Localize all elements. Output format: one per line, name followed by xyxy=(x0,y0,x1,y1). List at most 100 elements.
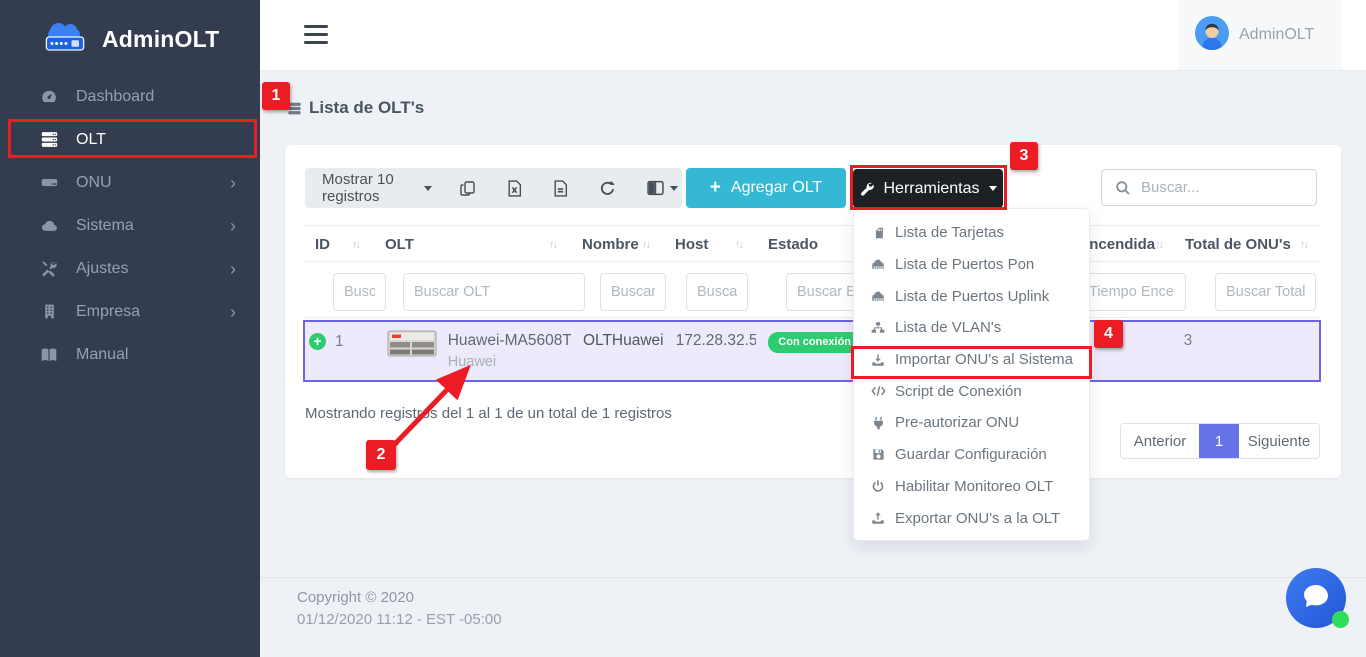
brand-name: AdminOLT xyxy=(102,26,219,53)
sidebar-item-olt[interactable]: OLT xyxy=(0,118,260,161)
chevron-right-icon: › xyxy=(230,303,236,321)
table-row[interactable]: + 1 Huawei-MA5608T xyxy=(303,320,1321,382)
pdf-export-button[interactable] xyxy=(549,176,572,201)
sort-icon[interactable]: ↑↓ xyxy=(1155,239,1162,251)
refresh-button[interactable] xyxy=(595,176,620,201)
add-olt-button[interactable]: + Agregar OLT xyxy=(686,168,846,208)
olt-table-card: Mostrar 10 registros xyxy=(285,145,1341,478)
sd-card-icon xyxy=(870,226,886,240)
tools-dropdown-button[interactable]: Herramientas xyxy=(853,169,1003,208)
column-header-host[interactable]: Host ↑↓ xyxy=(663,226,756,263)
ethernet-icon xyxy=(870,258,886,271)
menu-item-guardar-configuracion[interactable]: Guardar Configuración xyxy=(854,439,1089,471)
cell-olt-name: Huawei-MA5608T xyxy=(448,332,571,350)
pagination: Anterior 1 Siguiente xyxy=(1120,423,1320,459)
menu-item-lista-de-puertos-uplink[interactable]: Lista de Puertos Uplink xyxy=(854,280,1089,312)
cell-host: 172.28.32.5 xyxy=(664,322,757,380)
footer: Copyright © 2020 01/12/2020 11:12 - EST … xyxy=(260,577,1366,657)
sort-icon[interactable]: ↑↓ xyxy=(549,239,556,251)
server-icon xyxy=(38,130,60,149)
plug-icon xyxy=(870,416,886,430)
save-icon xyxy=(870,448,886,461)
device-icon xyxy=(38,173,60,192)
cloud-router-logo-icon xyxy=(38,18,92,61)
main-content: Lista de OLT's Mostrar 10 registros xyxy=(260,71,1366,657)
menu-item-importar-onus-al-sistema[interactable]: Importar ONU's al Sistema xyxy=(854,344,1089,376)
page-length-label: Mostrar 10 registros xyxy=(322,171,416,205)
page-length-select[interactable]: Mostrar 10 registros xyxy=(305,171,432,205)
chevron-right-icon: › xyxy=(230,174,236,192)
cell-nombre: OLTHuawei xyxy=(571,322,664,380)
tools-dropdown-menu: Lista de Tarjetas Lista de Puertos Pon L… xyxy=(853,208,1090,541)
copy-button[interactable] xyxy=(456,176,480,201)
sort-icon[interactable]: ↑↓ xyxy=(735,239,742,251)
column-header-id[interactable]: ID ↑↓ xyxy=(303,226,373,263)
sidebar-item-onu[interactable]: ONU › xyxy=(0,161,260,204)
sidebar-item-manual[interactable]: Manual xyxy=(0,333,260,376)
menu-toggle-button[interactable] xyxy=(304,25,328,49)
export-buttons xyxy=(456,176,682,201)
menu-item-script-de-conexion[interactable]: Script de Conexión xyxy=(854,375,1089,407)
chat-online-indicator xyxy=(1332,611,1349,628)
olt-device-image xyxy=(387,330,437,380)
status-badge: Con conexión xyxy=(768,332,861,353)
search-input[interactable] xyxy=(1141,179,1301,196)
tools-icon xyxy=(38,260,60,278)
excel-export-button[interactable] xyxy=(503,176,526,201)
caret-down-icon xyxy=(424,186,432,191)
column-header-total-onus[interactable]: Total de ONU's ↑↓ xyxy=(1173,226,1321,263)
menu-item-lista-de-tarjetas[interactable]: Lista de Tarjetas xyxy=(854,217,1089,249)
menu-item-habilitar-monitoreo-olt[interactable]: Habilitar Monitoreo OLT xyxy=(854,471,1089,503)
sitemap-icon xyxy=(870,321,886,334)
book-icon xyxy=(38,346,60,364)
menu-item-lista-de-puertos-pon[interactable]: Lista de Puertos Pon xyxy=(854,249,1089,281)
caret-down-icon xyxy=(670,186,678,191)
footer-timestamp: 01/12/2020 11:12 - EST -05:00 xyxy=(297,611,502,628)
search-box xyxy=(1101,169,1317,206)
filter-nombre-input[interactable] xyxy=(600,273,666,311)
sort-icon[interactable]: ↑↓ xyxy=(352,239,359,251)
expand-row-button[interactable]: + xyxy=(309,333,326,350)
sidebar-item-label: OLT xyxy=(76,131,106,149)
menu-item-exportar-onus-a-la-olt[interactable]: Exportar ONU's a la OLT xyxy=(854,502,1089,534)
column-header-nombre[interactable]: Nombre ↑↓ xyxy=(570,226,663,263)
page-title-row: Lista de OLT's xyxy=(287,98,424,118)
column-visibility-button[interactable] xyxy=(643,176,682,200)
cloud-icon xyxy=(38,216,60,235)
chevron-right-icon: › xyxy=(230,260,236,278)
menu-item-pre-autorizar-onu[interactable]: Pre-autorizar ONU xyxy=(854,407,1089,439)
filter-id-input[interactable] xyxy=(333,273,386,311)
cell-id: 1 xyxy=(335,333,344,351)
topbar: AdminOLT xyxy=(260,0,1366,71)
sidebar-item-label: ONU xyxy=(76,174,112,192)
filter-olt-input[interactable] xyxy=(403,273,585,311)
tools-label: Herramientas xyxy=(883,180,979,198)
table-info-text: Mostrando registros del 1 al 1 de un tot… xyxy=(305,405,672,422)
user-menu[interactable]: AdminOLT xyxy=(1179,0,1341,70)
table-filter-row xyxy=(303,262,1321,318)
filter-host-input[interactable] xyxy=(686,273,748,311)
page-title: Lista de OLT's xyxy=(309,98,424,118)
filter-total-input[interactable] xyxy=(1215,273,1316,311)
cell-olt-brand: Huawei xyxy=(448,354,571,370)
avatar xyxy=(1195,16,1229,55)
plus-icon: + xyxy=(710,177,721,199)
sidebar-item-dashboard[interactable]: Dashboard xyxy=(0,75,260,118)
pagination-current-page[interactable]: 1 xyxy=(1199,424,1239,458)
sort-icon[interactable]: ↑↓ xyxy=(1300,239,1307,251)
pagination-previous-button[interactable]: Anterior xyxy=(1121,424,1199,458)
sidebar-item-ajustes[interactable]: Ajustes › xyxy=(0,247,260,290)
brand[interactable]: AdminOLT xyxy=(0,0,260,75)
sidebar-item-empresa[interactable]: Empresa › xyxy=(0,290,260,333)
sidebar-item-label: Sistema xyxy=(76,217,134,235)
column-header-olt[interactable]: OLT ↑↓ xyxy=(373,226,570,263)
menu-item-lista-de-vlans[interactable]: Lista de VLAN's xyxy=(854,312,1089,344)
filter-tiempo-input[interactable] xyxy=(1078,273,1186,311)
pagination-next-button[interactable]: Siguiente xyxy=(1239,424,1319,458)
upload-icon xyxy=(870,511,886,525)
wrench-icon xyxy=(859,181,874,196)
building-icon xyxy=(38,303,60,320)
sort-icon[interactable]: ↑↓ xyxy=(642,239,649,251)
sidebar-item-sistema[interactable]: Sistema › xyxy=(0,204,260,247)
caret-down-icon xyxy=(989,186,997,191)
